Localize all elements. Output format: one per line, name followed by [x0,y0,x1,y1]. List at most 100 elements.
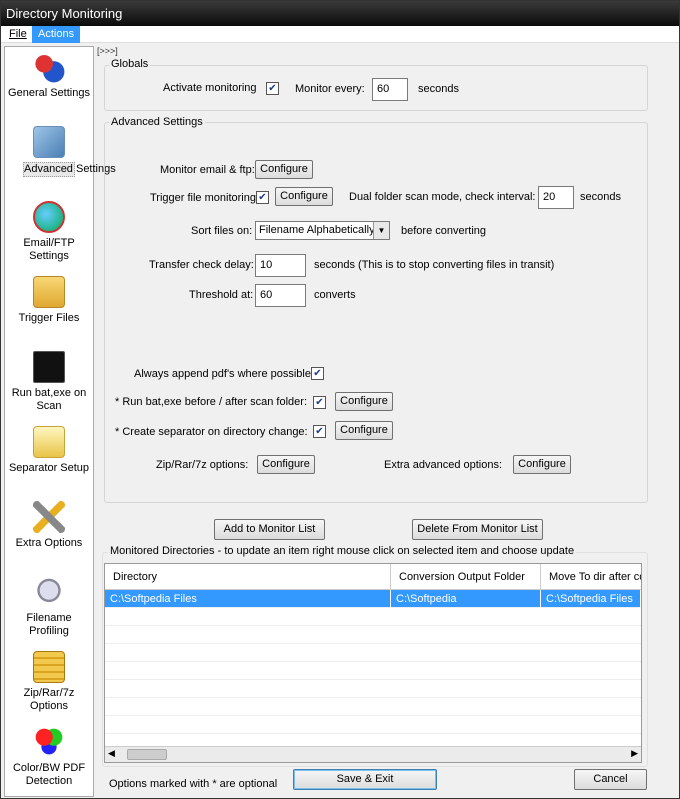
sidebar-item-label: Color/BW PDF Detection [12,762,86,787]
separator-configure-button[interactable]: Configure [335,421,393,440]
table-cell: C:\Softpedia Files [105,590,391,608]
table-cell: C:\Softpedia Files [541,590,641,608]
threshold-input[interactable]: 60 [255,284,306,307]
empty-row [105,716,641,734]
column-header-output-folder[interactable]: Conversion Output Folder [391,564,541,590]
converts-label: converts [314,289,356,301]
advanced-settings-title: Advanced Settings [109,116,205,128]
column-header-directory[interactable]: Directory [105,564,391,590]
scroll-right-icon[interactable]: ▶ [631,748,638,759]
sidebar-item-advanced-settings[interactable]: Advanced Settings [5,126,116,177]
sidebar-item-filename-profiling[interactable]: Filename Profiling [5,576,93,638]
table-row[interactable]: C:\Softpedia Files C:\Softpedia C:\Softp… [105,590,641,608]
empty-row [105,626,641,644]
trigger-file-checkbox[interactable]: ✔ [256,191,269,204]
separator-icon [33,426,65,458]
append-pdf-label: Always append pdf's where possible [134,368,311,380]
window-title: Directory Monitoring [6,6,123,21]
run-bat-checkbox[interactable]: ✔ [313,396,326,409]
advanced-icon [33,126,65,158]
terminal-icon [33,351,65,383]
separator-label: * Create separator on directory change: [115,426,308,438]
append-pdf-checkbox[interactable]: ✔ [311,367,324,380]
separator-checkbox[interactable]: ✔ [313,425,326,438]
optional-note: Options marked with * are optional [109,778,278,790]
application-window: Directory Monitoring File Actions [>>>] … [0,0,680,799]
transfer-delay-note: seconds (This is to stop converting file… [314,259,555,271]
sidebar-item-run-bat-exe[interactable]: Run bat,exe on Scan [5,351,93,413]
email-configure-button[interactable]: Configure [255,160,313,179]
add-to-monitor-list-button[interactable]: Add to Monitor List [214,519,325,540]
dual-interval-input[interactable]: 20 [538,186,574,209]
trigger-configure-button[interactable]: Configure [275,187,333,206]
monitor-every-input[interactable]: 60 [372,78,408,101]
empty-row [105,644,641,662]
threshold-label: Threshold at: [189,289,254,301]
cancel-button[interactable]: Cancel [574,769,647,790]
run-bat-configure-button[interactable]: Configure [335,392,393,411]
scroll-thumb[interactable] [127,749,167,760]
sidebar-item-email-ftp-settings[interactable]: Email/FTP Settings [5,201,93,263]
monitor-every-label: Monitor every: [295,83,365,95]
menu-actions[interactable]: Actions [32,26,81,43]
extra-configure-button[interactable]: Configure [513,455,571,474]
delete-from-monitor-list-button[interactable]: Delete From Monitor List [412,519,543,540]
sidebar-item-separator-setup[interactable]: Separator Setup [5,426,93,475]
sidebar-item-label: Trigger Files [18,312,80,324]
activate-monitoring-checkbox[interactable]: ✔ [266,82,279,95]
tools-icon [33,501,65,533]
empty-row [105,608,641,626]
sidebar-item-extra-options[interactable]: Extra Options [5,501,93,550]
transfer-delay-label: Transfer check delay: [149,259,254,271]
table-cell: C:\Softpedia [391,590,541,608]
sidebar-item-zip-rar-7z[interactable]: Zip/Rar/7z Options [5,651,93,713]
sidebar-item-label: Email/FTP Settings [23,237,75,262]
globe-icon [33,201,65,233]
sidebar-item-trigger-files[interactable]: Trigger Files [5,276,93,325]
sidebar-item-general-settings[interactable]: General Settings [5,51,93,100]
sort-files-label: Sort files on: [191,225,253,237]
menu-file[interactable]: File [3,26,33,43]
sidebar-item-label: Advanced Settings [23,162,116,177]
sidebar-item-color-bw-pdf[interactable]: Color/BW PDF Detection [5,726,93,788]
sort-files-select[interactable]: Filename Alphabetically ▼ [255,221,390,240]
transfer-delay-input[interactable]: 10 [255,254,306,277]
trigger-file-label: Trigger file monitoring: [150,192,260,204]
color-icon [33,726,65,758]
zip-configure-button[interactable]: Configure [257,455,315,474]
scroll-left-icon[interactable]: ◀ [108,748,115,759]
zip-options-label: Zip/Rar/7z options: [156,459,249,471]
globals-title: Globals [109,58,151,70]
seconds-label: seconds [418,83,459,95]
save-exit-button[interactable]: Save & Exit [293,769,437,790]
monitor-email-label: Monitor email & ftp: [160,164,255,176]
advanced-settings-group: Advanced Settings [104,116,648,503]
chevron-down-icon[interactable]: ▼ [373,222,389,239]
extra-advanced-label: Extra advanced options: [384,459,503,471]
sidebar-item-label: Run bat,exe on Scan [11,387,87,412]
run-bat-label: * Run bat,exe before / after scan folder… [115,396,308,408]
dual-folder-label: Dual folder scan mode, check interval: [349,191,536,203]
empty-row [105,698,641,716]
title-bar: Directory Monitoring [1,1,679,26]
sidebar: General Settings Advanced Settings Email… [4,46,116,797]
activate-monitoring-label: Activate monitoring [163,82,257,94]
monitored-directories-title: Monitored Directories - to update an ite… [108,545,577,557]
sidebar-item-label: General Settings [8,87,90,99]
sidebar-item-label: Filename Profiling [26,612,72,637]
sidebar-toggle[interactable]: [>>>] [97,46,118,56]
sidebar-item-label: Zip/Rar/7z Options [23,687,75,712]
monitored-directories-table: Directory Conversion Output Folder Move … [104,563,642,763]
column-header-move-to-dir[interactable]: Move To dir after co [541,564,641,590]
sidebar-item-label: Separator Setup [8,462,90,474]
horizontal-scrollbar[interactable]: ◀ ▶ [105,746,641,762]
sidebar-item-label: Extra Options [15,537,83,549]
folder-icon [33,276,65,308]
menu-bar: File Actions [1,26,679,43]
dual-seconds-label: seconds [580,191,621,203]
empty-row [105,680,641,698]
archive-icon [33,651,65,683]
before-converting-label: before converting [401,225,486,237]
empty-row [105,662,641,680]
profile-icon [33,576,65,608]
